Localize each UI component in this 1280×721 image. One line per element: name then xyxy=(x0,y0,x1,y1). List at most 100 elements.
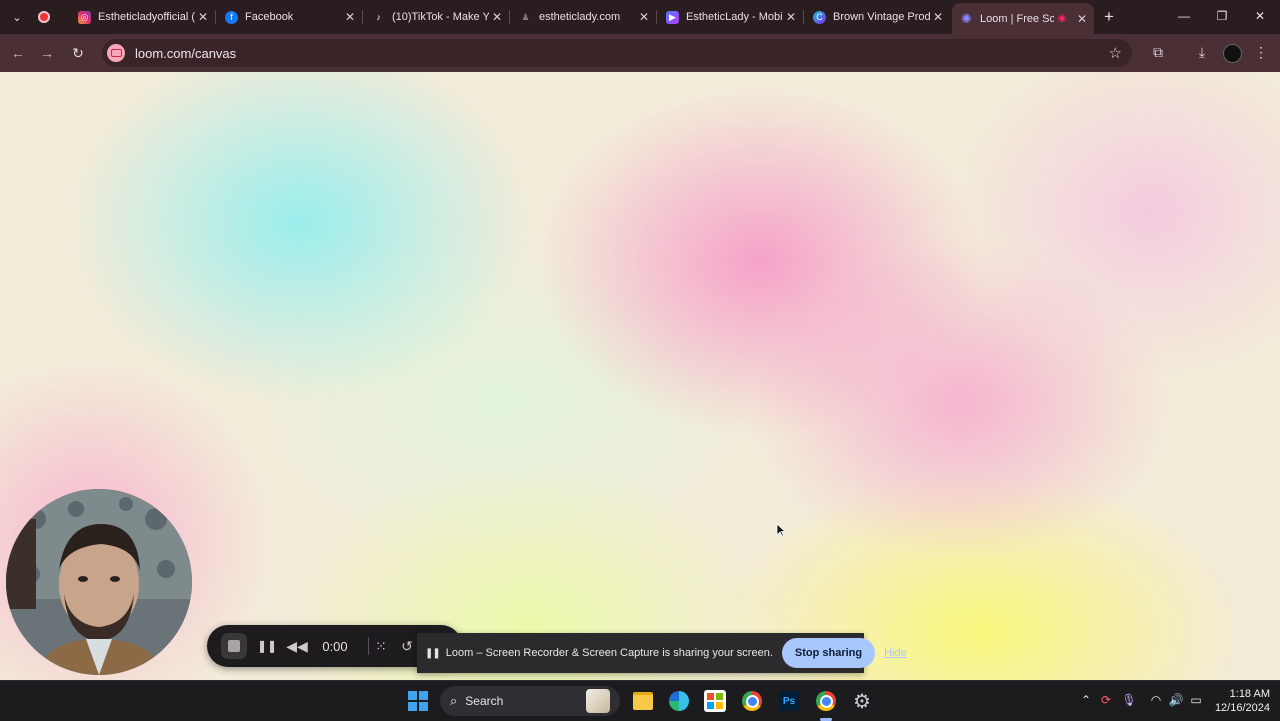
menu-icon[interactable]: ⋮ xyxy=(1252,44,1270,61)
screen-sharing-bar: ❚❚ Loom – Screen Recorder & Screen Captu… xyxy=(417,633,907,673)
download-icon[interactable]: ⤓ xyxy=(1193,44,1211,61)
close-icon[interactable]: ✕ xyxy=(783,10,799,24)
clock-time: 1:18 AM xyxy=(1229,688,1270,700)
close-icon[interactable]: ✕ xyxy=(636,10,652,24)
wifi-icon[interactable]: ◠ xyxy=(1148,693,1164,707)
close-icon[interactable]: ✕ xyxy=(1074,12,1090,26)
store-icon xyxy=(704,690,726,712)
photoshop-icon: Ps xyxy=(779,691,799,711)
chrome-button[interactable] xyxy=(740,689,764,713)
taskbar-search[interactable]: ⌕ Search xyxy=(440,686,620,716)
gear-icon: ⚙ xyxy=(853,690,871,713)
reload-button[interactable]: ↻ xyxy=(69,44,87,62)
bookmark-star-icon[interactable]: ☆ xyxy=(1109,44,1122,62)
mouse-cursor-icon xyxy=(776,523,786,537)
webcam-video xyxy=(6,489,192,675)
folder-icon xyxy=(633,692,653,710)
file-explorer-button[interactable] xyxy=(631,689,655,713)
loom-icon: ✺ xyxy=(961,10,972,26)
extensions-icon[interactable]: ⧉ xyxy=(1149,44,1167,61)
url-text: loom.com/canvas xyxy=(135,45,237,61)
record-dot-icon xyxy=(40,13,48,21)
chrome-icon xyxy=(742,691,762,711)
tab-search-button[interactable]: ⌄ xyxy=(6,6,28,28)
new-tab-button[interactable]: + xyxy=(1100,8,1118,26)
instagram-icon: ◎ xyxy=(78,10,91,24)
windows-taskbar: ⌕ Search Ps ⚙ ⌃ ⟳ 🎙 ◠ 🔊 ▭ 1:18 AM 12/16/… xyxy=(0,680,1280,721)
close-icon[interactable]: ✕ xyxy=(195,10,211,24)
close-icon[interactable]: ✕ xyxy=(342,10,358,24)
photoshop-button[interactable]: Ps xyxy=(777,689,801,713)
search-highlight-image xyxy=(586,689,610,713)
stop-sharing-button[interactable]: Stop sharing xyxy=(781,638,876,668)
tab-estheticlady-mobile[interactable]: ▶ EstheticLady - Mobi ✕ xyxy=(658,4,804,30)
tab-title: Loom | Free Scr xyxy=(980,12,1054,25)
tab-title: Brown Vintage Prod xyxy=(833,11,930,23)
rewind-icon: ◀◀ xyxy=(286,637,308,654)
back-button[interactable]: ← xyxy=(9,44,27,62)
profile-avatar[interactable] xyxy=(1223,44,1242,63)
tiktok-icon: ♪ xyxy=(376,12,381,22)
site-icon: ♟ xyxy=(521,11,530,22)
address-bar[interactable]: loom.com/canvas ☆ xyxy=(102,39,1132,67)
divider xyxy=(368,637,369,655)
canva-icon: C xyxy=(813,10,826,24)
close-icon[interactable]: ✕ xyxy=(930,10,946,24)
chevron-up-icon[interactable]: ⌃ xyxy=(1078,693,1094,707)
pause-button[interactable]: ❚❚ xyxy=(257,625,277,667)
restart-button[interactable]: ↺ xyxy=(398,625,416,667)
sharing-message: Loom – Screen Recorder & Screen Capture … xyxy=(445,647,773,659)
chevron-down-icon: ⌄ xyxy=(12,11,22,24)
recording-icon: ◉ xyxy=(1057,13,1067,24)
pause-icon: ❚❚ xyxy=(425,647,441,659)
rewind-button[interactable]: ◀◀ xyxy=(286,625,308,667)
stop-recording-button[interactable] xyxy=(217,625,251,667)
edge-button[interactable] xyxy=(667,689,691,713)
minimize-button[interactable]: — xyxy=(1174,9,1194,23)
loom-canvas xyxy=(0,72,1280,680)
close-window-button[interactable]: ✕ xyxy=(1250,9,1270,23)
loom-site-icon xyxy=(107,44,125,62)
webcam-bubble[interactable] xyxy=(6,489,192,675)
hide-link[interactable]: Hide xyxy=(884,647,907,659)
recording-indicator xyxy=(28,0,60,34)
volume-icon[interactable]: 🔊 xyxy=(1168,693,1184,707)
chrome-profile-button[interactable] xyxy=(814,689,838,713)
video-icon: ▶ xyxy=(666,10,679,24)
windows-logo-icon xyxy=(408,691,428,711)
tab-facebook[interactable]: f Facebook ✕ xyxy=(217,4,363,30)
tab-title: estheticlady.com xyxy=(539,11,621,23)
tab-title: Estheticladyofficial ( xyxy=(98,11,195,23)
microphone-icon[interactable]: 🎙 xyxy=(1121,693,1137,707)
system-clock[interactable]: 1:18 AM 12/16/2024 xyxy=(1212,687,1270,715)
facebook-icon: f xyxy=(225,10,238,24)
start-button[interactable] xyxy=(406,689,430,713)
tab-title: (10)TikTok - Make Y xyxy=(392,11,489,23)
forward-button[interactable]: → xyxy=(38,44,56,62)
tab-title: Facebook xyxy=(245,11,294,23)
grid-menu-button[interactable]: ⁙ xyxy=(372,625,390,667)
tab-canva[interactable]: C Brown Vintage Prod ✕ xyxy=(805,4,950,30)
grid-icon: ⁙ xyxy=(375,637,387,654)
tab-instagram[interactable]: ◎ Estheticladyofficial ( ✕ xyxy=(70,4,216,30)
browser-toolbar: ← → ↻ loom.com/canvas ☆ ⧉ ⤓ ⋮ xyxy=(0,34,1280,72)
pause-icon: ❚❚ xyxy=(256,639,278,653)
store-button[interactable] xyxy=(703,689,727,713)
sync-icon[interactable]: ⟳ xyxy=(1098,693,1114,707)
clock-date: 12/16/2024 xyxy=(1214,702,1270,714)
restart-icon: ↺ xyxy=(401,637,413,654)
tab-tiktok[interactable]: ♪ (10)TikTok - Make Y ✕ xyxy=(364,4,510,30)
restore-button[interactable]: ❐ xyxy=(1212,9,1232,23)
settings-button[interactable]: ⚙ xyxy=(850,689,874,713)
tab-title: EstheticLady - Mobi xyxy=(686,11,783,23)
search-label: Search xyxy=(465,694,504,708)
close-icon[interactable]: ✕ xyxy=(489,10,505,24)
tab-loom[interactable]: ✺ Loom | Free Scr ◉ ✕ xyxy=(952,3,1094,34)
search-icon: ⌕ xyxy=(450,693,458,708)
recording-timer: 0:00 xyxy=(322,638,348,654)
chrome-icon xyxy=(816,691,836,711)
edge-icon xyxy=(669,691,689,711)
battery-icon[interactable]: ▭ xyxy=(1188,693,1204,707)
tab-estheticlady-site[interactable]: ♟ estheticlady.com ✕ xyxy=(511,4,657,30)
stop-icon xyxy=(228,640,240,652)
